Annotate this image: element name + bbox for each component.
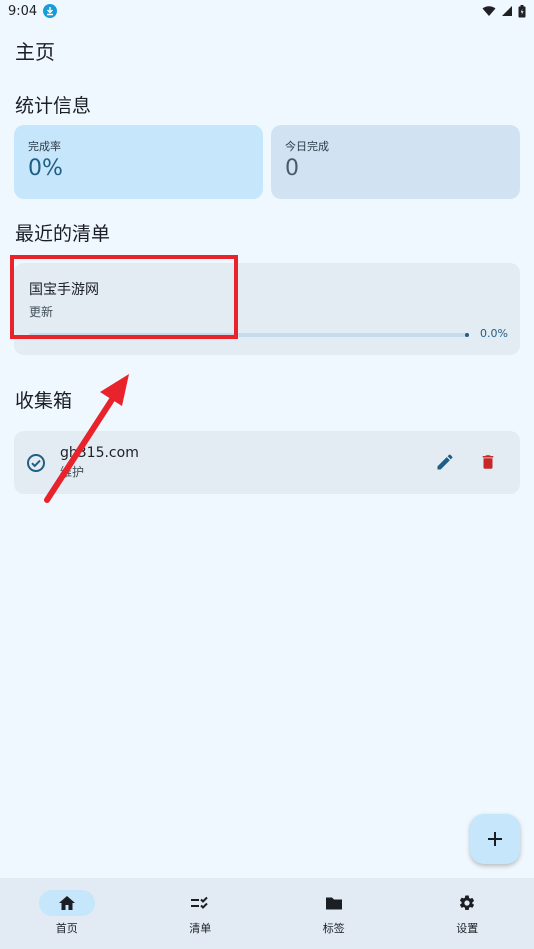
- today-done-value: 0: [285, 156, 299, 181]
- gear-icon: [460, 895, 475, 910]
- progress-indicator-dot: [465, 333, 469, 337]
- nav-home-label: 首页: [55, 922, 78, 935]
- nav-home[interactable]: 首页: [0, 878, 134, 949]
- list-progress-text: 0.0%: [480, 327, 508, 340]
- checklist-icon: [191, 896, 208, 909]
- inbox-item-title: gh315.com: [60, 445, 139, 461]
- nav-settings[interactable]: 设置: [401, 878, 534, 949]
- check-circle-icon[interactable]: [26, 453, 46, 477]
- inbox-section-title: 收集箱: [15, 390, 73, 412]
- status-time: 9:04: [8, 3, 38, 19]
- list-progress-bar: [29, 333, 469, 337]
- nav-settings-label: 设置: [456, 922, 479, 935]
- today-done-card: 今日完成 0: [271, 125, 520, 199]
- delete-icon[interactable]: [479, 452, 497, 476]
- status-bar: 9:04: [0, 0, 534, 22]
- signal-icon: [502, 6, 512, 16]
- edit-icon[interactable]: [435, 452, 455, 476]
- inbox-item[interactable]: gh315.com 维护: [14, 431, 520, 494]
- nav-tags-label: 标签: [322, 922, 345, 935]
- home-icon: [58, 896, 75, 910]
- folder-icon: [325, 897, 342, 910]
- list-name: 国宝手游网: [29, 282, 99, 298]
- battery-icon: [518, 4, 526, 17]
- today-done-label: 今日完成: [285, 140, 329, 153]
- wifi-icon: [482, 6, 496, 16]
- add-button[interactable]: [470, 814, 520, 864]
- download-icon: [43, 4, 58, 18]
- recent-lists-section-title: 最近的清单: [15, 223, 111, 245]
- inbox-item-subtitle: 维护: [60, 465, 85, 479]
- completion-rate-label: 完成率: [28, 140, 61, 153]
- recent-list-card[interactable]: 国宝手游网 更新 0.0%: [14, 263, 520, 355]
- nav-tags[interactable]: 标签: [267, 878, 401, 949]
- bottom-nav: 首页 清单 标签 设置: [0, 878, 534, 949]
- nav-lists-label: 清单: [189, 922, 212, 935]
- stats-section-title: 统计信息: [15, 95, 92, 117]
- plus-icon: [488, 832, 502, 846]
- list-subtitle: 更新: [29, 305, 54, 319]
- completion-rate-card: 完成率 0%: [14, 125, 263, 199]
- page-title: 主页: [15, 40, 55, 64]
- nav-lists[interactable]: 清单: [134, 878, 268, 949]
- completion-rate-value: 0%: [28, 156, 63, 181]
